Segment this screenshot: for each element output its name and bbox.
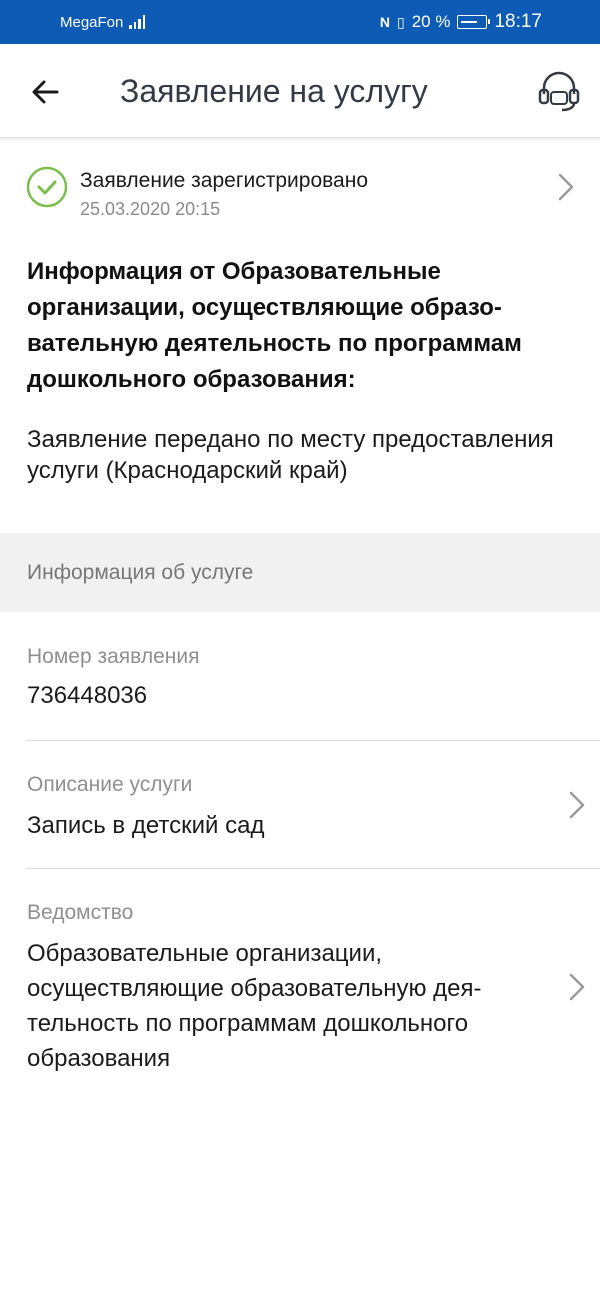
chevron-right-icon	[569, 791, 585, 819]
divider	[26, 740, 600, 741]
info-text: Заявление передано по месту предоставлен…	[27, 426, 554, 484]
field-label: Описание услуги	[27, 773, 193, 796]
check-circle-icon	[26, 166, 68, 208]
section-title: Информация об услуге	[27, 561, 254, 584]
field-value: Образовательные организации, осуществляю…	[27, 940, 482, 1072]
application-status-title: Заявление зарегистрировано	[80, 169, 369, 192]
headset-support-icon[interactable]	[536, 68, 582, 114]
divider	[26, 868, 600, 869]
system-status-bar: MegaFon N ▯ 20 % 18:17	[0, 0, 600, 44]
status-left: MegaFon	[60, 13, 146, 31]
status-right: N ▯ 20 % 18:17	[380, 11, 542, 33]
field-label: Ведомство	[27, 901, 134, 924]
field-value: Запись в детский сад	[27, 812, 265, 839]
chevron-right-icon	[569, 973, 585, 1001]
back-arrow-icon[interactable]	[26, 72, 66, 112]
nfc-icon: N	[379, 14, 390, 30]
carrier-name: MegaFon	[60, 13, 124, 31]
signal-icon	[129, 15, 146, 29]
clock: 18:17	[494, 11, 542, 32]
application-status-date: 25.03.2020 20:15	[80, 199, 221, 219]
field-value: 736448036	[27, 682, 148, 709]
page-title: Заявление на услугу	[120, 73, 428, 109]
chevron-right-icon	[558, 173, 574, 201]
info-heading: Информация от Образовательные организаци…	[27, 258, 522, 393]
app-bar: Заявление на услугу	[0, 44, 600, 138]
vibrate-icon: ▯	[396, 13, 405, 30]
battery-percent: 20 %	[411, 12, 451, 31]
field-label: Номер заявления	[27, 645, 200, 668]
battery-icon	[457, 15, 491, 29]
